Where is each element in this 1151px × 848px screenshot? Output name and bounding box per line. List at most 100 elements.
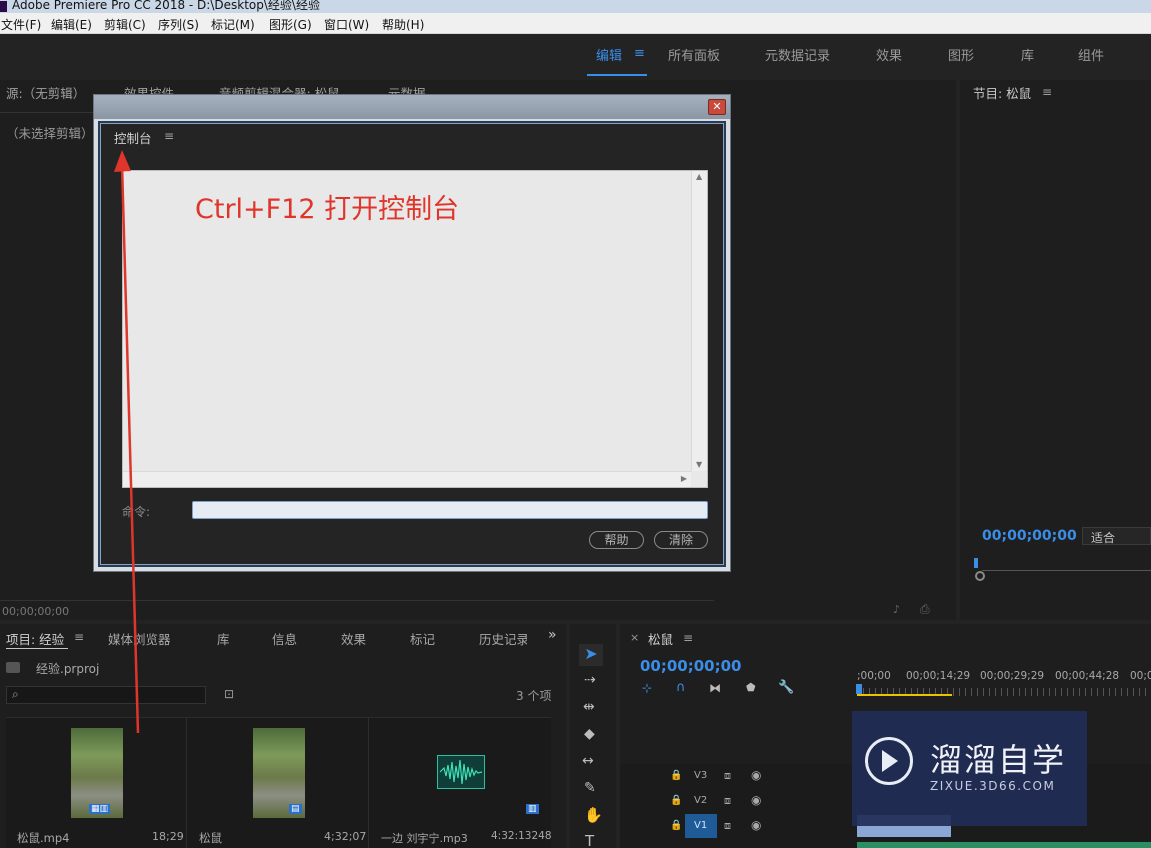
vertical-scrollbar[interactable]: ▲ ▼ (691, 171, 707, 471)
project-menu-icon[interactable]: ≡ (74, 630, 84, 644)
close-icon[interactable]: × (630, 631, 639, 644)
close-icon[interactable]: ✕ (708, 99, 726, 115)
selection-tool-icon[interactable]: ➤ (579, 644, 603, 666)
workspace-graphics[interactable]: 图形 (948, 45, 974, 64)
menu-edit[interactable]: 编辑(E) (51, 16, 92, 33)
annotation-text: Ctrl+F12 打开控制台 (195, 194, 460, 225)
project-item[interactable]: ▦▥ 松鼠.mp4 18;29 (6, 718, 187, 848)
item-name: 一边 刘宇宁.mp3 (381, 832, 468, 845)
menu-help[interactable]: 帮助(H) (382, 16, 424, 33)
scrubber-handle[interactable] (975, 571, 985, 581)
tab-project[interactable]: 项目: 经验 (6, 629, 64, 648)
console-dialog: ✕ 控制台 ≡ Ctrl+F12 打开控制台 ▲ ▼ ▶ 命令: 帮助 清除 (93, 94, 731, 572)
program-scrubber[interactable] (982, 570, 1151, 571)
item-name: 松鼠 (199, 831, 222, 845)
sync-lock-icon[interactable]: ⧈ (724, 769, 731, 783)
clear-button[interactable]: 清除 (654, 531, 708, 549)
razor-tool-icon[interactable]: ◆ (584, 726, 595, 742)
ruler-label: 00;00;44;28 (1055, 670, 1120, 682)
tab-libraries[interactable]: 库 (217, 629, 230, 648)
workspace-edit[interactable]: 编辑 (596, 45, 622, 64)
sync-lock-icon[interactable]: ⧈ (724, 819, 731, 833)
timeline-playhead[interactable] (856, 684, 862, 694)
console-output[interactable]: Ctrl+F12 打开控制台 ▲ ▼ ▶ (122, 170, 708, 488)
watermark-brand: 溜溜自学 (930, 741, 1067, 779)
hand-tool-icon[interactable]: ✋ (584, 806, 603, 824)
track-select-tool-icon[interactable]: ⇢ (584, 672, 596, 688)
export-frame-icon[interactable]: ⎙ (920, 602, 930, 617)
tab-underline (6, 648, 68, 649)
nest-icon[interactable]: ⊹ (642, 681, 652, 695)
premiere-app-icon (0, 1, 7, 12)
tab-history[interactable]: 历史记录 (479, 629, 527, 648)
fit-dropdown[interactable]: 适合 (1082, 527, 1151, 545)
program-timecode[interactable]: 00;00;00;00 (982, 528, 1077, 544)
workspace-effects[interactable]: 效果 (876, 45, 902, 64)
pen-tool-icon[interactable]: ✎ (584, 780, 596, 796)
work-area-bar[interactable] (857, 694, 952, 696)
menu-window[interactable]: 窗口(W) (324, 16, 369, 33)
timeline-menu-icon[interactable]: ≡ (683, 631, 693, 645)
ripple-edit-tool-icon[interactable]: ⇹ (583, 699, 595, 715)
eye-icon[interactable]: ◉ (751, 768, 761, 782)
console-menu-icon[interactable]: ≡ (164, 129, 174, 143)
type-tool-icon[interactable]: T (585, 832, 594, 848)
no-clip-label: （未选择剪辑） (6, 126, 94, 141)
window-titlebar: Adobe Premiere Pro CC 2018 - D:\Desktop\… (0, 0, 1151, 13)
menu-sequence[interactable]: 序列(S) (158, 16, 199, 33)
tab-source[interactable]: 源:（无剪辑） (6, 83, 85, 102)
new-search-bin-icon[interactable]: ⊡ (224, 687, 234, 701)
eye-icon[interactable]: ◉ (751, 793, 761, 807)
tab-effects[interactable]: 效果 (341, 629, 366, 648)
workspace-active-underline (587, 74, 647, 76)
ruler-label: 00;00;29;29 (980, 670, 1045, 682)
more-tabs-icon[interactable]: » (548, 627, 557, 643)
snap-icon[interactable]: ∩ (676, 680, 686, 695)
wrench-icon[interactable]: 🔧 (778, 680, 794, 695)
project-search-input[interactable]: ⌕ (6, 686, 206, 704)
item-duration: 4:32:13248 (491, 830, 552, 842)
workspace-all-panels[interactable]: 所有面板 (668, 45, 720, 64)
sync-lock-icon[interactable]: ⧈ (724, 794, 731, 808)
menu-clip[interactable]: 剪辑(C) (104, 16, 146, 33)
timeline-timecode[interactable]: 00;00;00;00 (640, 657, 742, 675)
lock-icon[interactable]: 🔒 (670, 820, 682, 831)
project-item[interactable]: ▤ 松鼠 4;32;07 (188, 718, 369, 848)
watermark: 溜溜自学 ZIXUE.3D66.COM (852, 711, 1087, 826)
audio-icon[interactable]: ♪ (893, 603, 900, 616)
workspace-menu-icon[interactable]: ≡ (634, 46, 645, 61)
help-button[interactable]: 帮助 (589, 531, 644, 549)
menu-graphics[interactable]: 图形(G) (269, 16, 312, 33)
eye-icon[interactable]: ◉ (751, 818, 761, 832)
tab-info[interactable]: 信息 (272, 629, 297, 648)
menu-file[interactable]: 文件(F) (1, 16, 41, 33)
tab-markers[interactable]: 标记 (410, 629, 435, 648)
audio-badge-icon: ▥ (526, 804, 539, 814)
playhead-marker[interactable] (974, 558, 978, 568)
lock-icon[interactable]: 🔒 (670, 770, 682, 781)
slip-tool-icon[interactable]: ↔ (582, 753, 594, 769)
item-name: 松鼠.mp4 (17, 831, 70, 845)
dialog-titlebar[interactable] (94, 95, 730, 119)
workspace-libraries[interactable]: 库 (1021, 45, 1034, 64)
program-menu-icon[interactable]: ≡ (1042, 85, 1052, 99)
audio-clip[interactable] (857, 842, 1151, 848)
sequence-tab[interactable]: 松鼠 (648, 629, 673, 648)
annotation-arrow (114, 150, 140, 734)
menu-markers[interactable]: 标记(M) (211, 16, 255, 33)
horizontal-scrollbar[interactable]: ▶ (123, 471, 691, 487)
track-label: V2 (694, 795, 708, 806)
workspace-metadata[interactable]: 元数据记录 (765, 45, 830, 64)
ruler-label: 00;00;14;29 (906, 670, 971, 682)
project-items-grid: ▦▥ 松鼠.mp4 18;29 ▤ 松鼠 4;32;07 ▥ 一边 刘宇宁.mp… (6, 717, 552, 848)
command-input[interactable] (192, 501, 708, 519)
item-count: 3 个项 (516, 689, 552, 703)
linked-selection-icon[interactable]: ⧓ (709, 681, 721, 695)
tools-panel: ➤ ⇢ ⇹ ◆ ↔ ✎ ✋ T (570, 624, 616, 848)
lock-icon[interactable]: 🔒 (670, 795, 682, 806)
watermark-url: ZIXUE.3D66.COM (930, 779, 1056, 793)
program-title: 节目: 松鼠 (973, 86, 1032, 101)
workspace-assembly[interactable]: 组件 (1078, 45, 1104, 64)
project-item[interactable]: ▥ 一边 刘宇宁.mp3 4:32:13248 (370, 718, 552, 848)
add-marker-icon[interactable]: ⬟ (746, 681, 756, 694)
